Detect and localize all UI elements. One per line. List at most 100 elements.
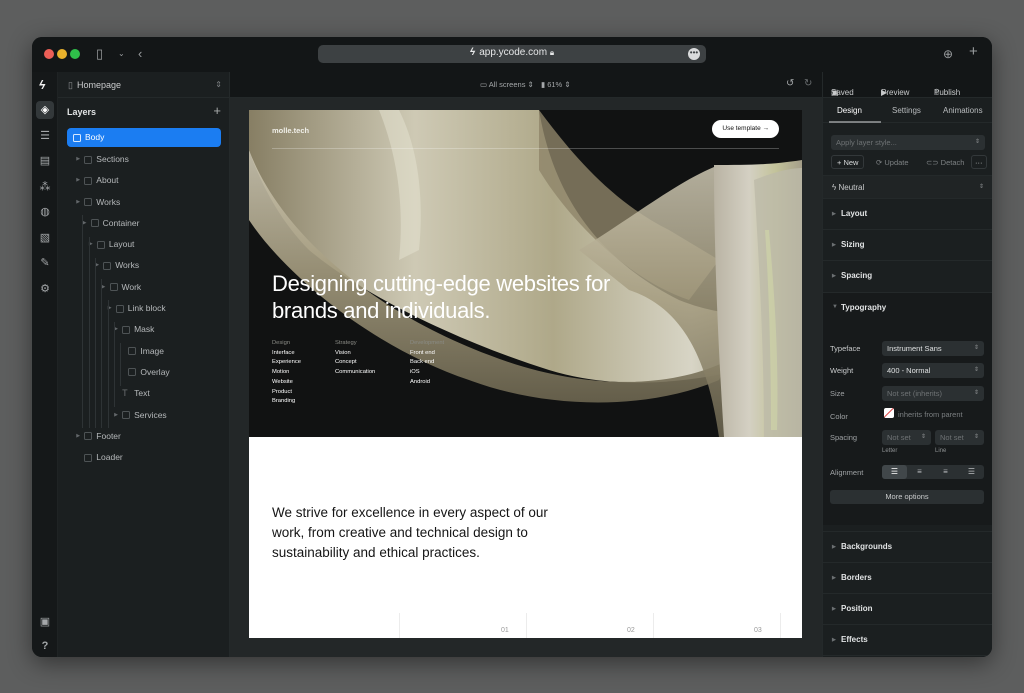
localization-icon[interactable]: ◍	[36, 203, 54, 221]
settings-icon[interactable]: ⚙	[36, 280, 54, 298]
layer-image[interactable]: Image	[58, 341, 230, 362]
use-template-button[interactable]: Use template →	[712, 120, 779, 138]
state-selector[interactable]: ϟ Neutral ⇕	[823, 175, 992, 198]
services-strategy: Strategy Vision Concept Communication	[335, 339, 375, 378]
layer-work[interactable]: ▶ Work	[58, 277, 230, 298]
about-tagline[interactable]: We strive for excellence in every aspect…	[272, 503, 572, 563]
page-name: Homepage	[76, 80, 121, 90]
tab-animations[interactable]: Animations	[943, 106, 983, 115]
page-options-button[interactable]: •••	[688, 48, 700, 60]
add-layer-button[interactable]: +	[213, 103, 221, 118]
layer-loader[interactable]: Loader	[58, 447, 230, 468]
page-preview[interactable]: molle.tech Use template → Designing cutt…	[249, 110, 802, 638]
layer-works[interactable]: ▶ Works	[58, 255, 230, 276]
layer-footer[interactable]: ▶ Footer	[58, 426, 230, 447]
services-development: Development Front end Back end iOS Android	[410, 339, 444, 388]
typeface-select[interactable]: Instrument Sans ⇕	[882, 341, 984, 356]
layer-layout[interactable]: ▶ Layout	[58, 234, 230, 255]
maximize-window-button[interactable]	[70, 49, 80, 59]
screens-selector[interactable]: ▭ All screens ⇕	[480, 80, 534, 89]
ycode-logo-icon[interactable]: ϟ	[39, 78, 45, 92]
section-filters[interactable]: ▶Filters	[823, 655, 992, 657]
tab-settings[interactable]: Settings	[892, 106, 921, 115]
hero-headline[interactable]: Designing cutting-edge websites for bran…	[272, 270, 672, 324]
layer-container[interactable]: ▶ Container	[58, 213, 230, 234]
hero-section[interactable]: molle.tech Use template → Designing cutt…	[249, 110, 802, 437]
line-height-input[interactable]: Not set ⇕	[935, 430, 984, 445]
section-borders[interactable]: ▶ Borders	[823, 562, 992, 593]
site-brand[interactable]: molle.tech	[272, 126, 309, 135]
align-justify-button[interactable]: ☰	[959, 465, 984, 479]
undo-button[interactable]: ↺	[786, 78, 794, 89]
layer-label: Services	[134, 409, 167, 420]
align-right-button[interactable]: ≡	[933, 465, 958, 479]
download-icon[interactable]: ⊕	[943, 45, 953, 63]
layer-services[interactable]: ▶ Services	[58, 405, 230, 426]
layer-label: Container	[102, 217, 140, 228]
cms-icon[interactable]: ☰	[36, 127, 54, 145]
layer-label: Body	[85, 132, 105, 142]
close-window-button[interactable]	[44, 49, 54, 59]
title-bar: ▯ ⌄ ‹ ϟ app.ycode.com 🔒︎ ••• ⊕ +	[32, 37, 992, 72]
layer-works[interactable]: ▶ Works	[58, 192, 230, 213]
color-swatch[interactable]	[884, 408, 894, 418]
redo-button[interactable]: ↻	[804, 78, 812, 89]
zoom-selector[interactable]: ▮ 61% ⇕	[541, 80, 571, 89]
layer-style-select[interactable]: Apply layer style... ⇕	[831, 135, 985, 150]
layers-panel: ▯ Homepage ⇕ Layers + Body ▶ Sections ▶ About…	[58, 72, 230, 657]
weight-select[interactable]: 400 - Normal ⇕	[882, 363, 984, 378]
chevron-down-icon[interactable]: ▼	[832, 304, 838, 310]
update-style-button[interactable]: ⟳ Update	[876, 156, 909, 170]
expand-caret-icon[interactable]: ▶	[76, 170, 80, 191]
section-spacing[interactable]: ▶ Spacing	[823, 260, 992, 291]
section-position[interactable]: ▶ Position	[823, 593, 992, 624]
section-layout[interactable]: ▶ Layout	[823, 198, 992, 229]
sidebar-toggle-icon[interactable]: ▯	[96, 45, 103, 63]
align-center-button[interactable]: ≡	[907, 465, 932, 479]
layer-body[interactable]: Body	[67, 128, 221, 147]
apps-icon[interactable]: ✎	[36, 254, 54, 272]
more-style-actions-button[interactable]: ···	[971, 155, 987, 169]
tab-design[interactable]: Design	[837, 106, 862, 115]
column-number: 02	[627, 627, 635, 634]
align-left-button[interactable]: ☰	[882, 465, 907, 479]
letter-spacing-input[interactable]: Not set ⇕	[882, 430, 931, 445]
more-options-button[interactable]: More options	[830, 490, 984, 504]
service-item: Back end	[410, 359, 435, 366]
docs-icon[interactable]: ▣	[36, 613, 54, 631]
new-tab-icon[interactable]: +	[969, 43, 978, 61]
address-bar[interactable]: ϟ app.ycode.com 🔒︎ •••	[318, 45, 706, 63]
help-icon[interactable]: ?	[36, 637, 54, 655]
panel-tabs: Design Settings Animations	[823, 99, 992, 123]
section-effects[interactable]: ▶ Effects	[823, 624, 992, 655]
layer-about[interactable]: ▶ About	[58, 170, 230, 191]
layer-link-block[interactable]: ▶ Link block	[58, 298, 230, 319]
new-style-button[interactable]: + New	[831, 155, 865, 169]
pages-icon[interactable]: ▤	[36, 152, 54, 170]
layer-overlay[interactable]: Overlay	[58, 362, 230, 383]
size-select[interactable]: Not set (inherits) ⇕	[882, 386, 984, 401]
expand-caret-icon[interactable]: ▶	[76, 192, 80, 213]
expand-caret-icon[interactable]: ▶	[114, 405, 118, 426]
components-icon[interactable]: ⁂	[36, 178, 54, 196]
expand-caret-icon[interactable]: ▶	[76, 149, 80, 170]
layers-icon[interactable]: ◈	[36, 101, 54, 119]
minimize-window-button[interactable]	[57, 49, 67, 59]
section-sizing[interactable]: ▶ Sizing	[823, 229, 992, 260]
detach-style-button[interactable]: ⊂⊃ Detach	[926, 156, 964, 170]
color-value[interactable]: inherits from parent	[898, 410, 963, 419]
spacing-label: Spacing	[830, 433, 858, 442]
layer-mask[interactable]: ▶ Mask	[58, 319, 230, 340]
back-icon[interactable]: ‹	[138, 45, 142, 63]
section-backgrounds[interactable]: ▶ Backgrounds	[823, 531, 992, 562]
page-selector[interactable]: ▯ Homepage ⇕	[58, 72, 230, 98]
assets-icon[interactable]: ▧	[36, 229, 54, 247]
tree-guide-line	[113, 321, 115, 407]
service-item: Website	[272, 378, 293, 385]
layer-label: Mask	[134, 324, 155, 335]
expand-caret-icon[interactable]: ▶	[76, 426, 80, 447]
chevron-down-icon[interactable]: ⌄	[118, 45, 125, 63]
layer-label: Work	[121, 281, 142, 292]
layer-sections[interactable]: ▶ Sections	[58, 149, 230, 170]
layer-text[interactable]: T Text	[58, 383, 230, 404]
